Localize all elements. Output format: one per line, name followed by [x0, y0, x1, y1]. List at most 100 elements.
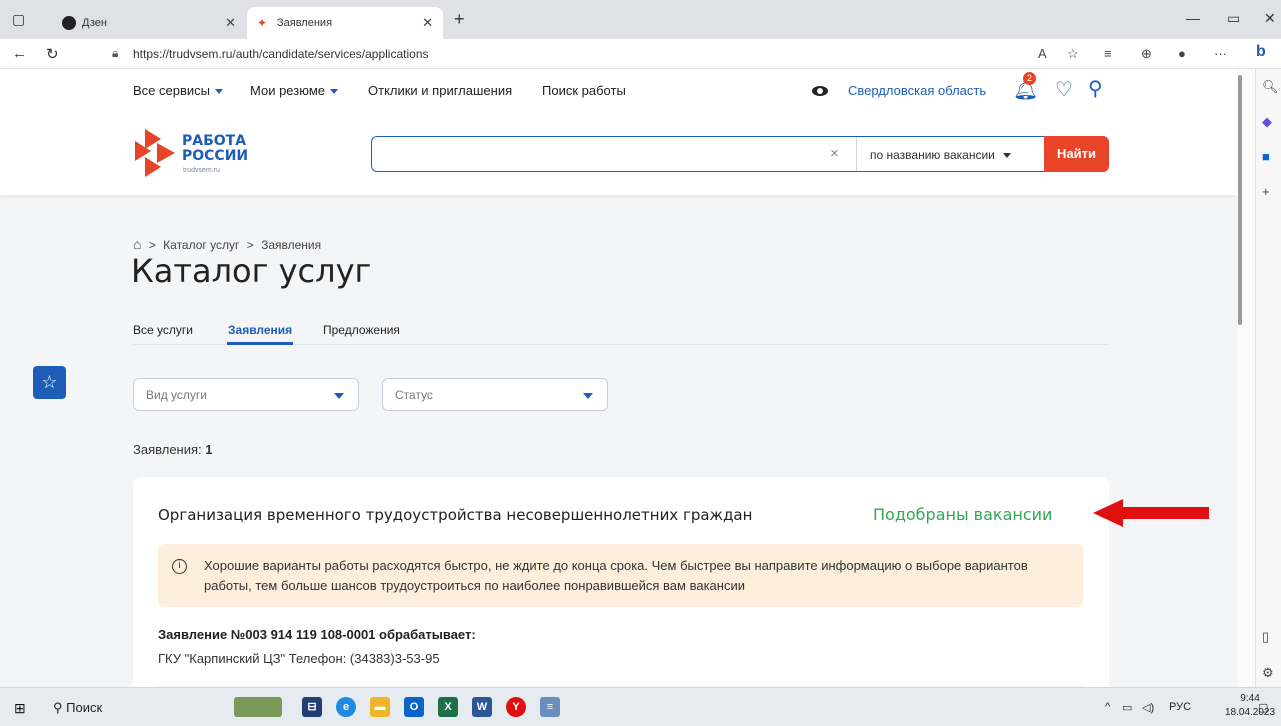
- processing-organization: ГКУ "Карпинский ЦЗ" Телефон: (34383)3-53…: [158, 651, 440, 666]
- notice-text: Хорошие варианты работы расходятся быстр…: [204, 558, 1028, 593]
- chevron-down-icon: [334, 393, 344, 399]
- nav-label: Все сервисы: [133, 83, 210, 98]
- more-icon[interactable]: ···: [1214, 46, 1227, 61]
- breadcrumb-applications: Заявления: [261, 238, 322, 252]
- scrollbar-thumb[interactable]: [1238, 75, 1242, 325]
- outlook-icon[interactable]: ■: [1262, 149, 1270, 164]
- clear-search-icon[interactable]: ×: [830, 145, 839, 162]
- dzen-favicon-icon: [62, 16, 76, 30]
- select-placeholder: Вид услуги: [146, 388, 207, 402]
- search-icon[interactable]: 🔍︎: [1262, 79, 1279, 95]
- logo-line2: РОССИИ: [182, 148, 249, 164]
- tab-all-services[interactable]: Все услуги: [133, 323, 193, 337]
- tab-label: Заявления: [277, 17, 333, 29]
- read-aloud-icon[interactable]: A: [1038, 46, 1047, 61]
- breadcrumb-catalog[interactable]: Каталог услуг: [163, 238, 239, 252]
- refresh-icon[interactable]: ↻: [46, 45, 59, 63]
- minimize-icon[interactable]: —: [1186, 10, 1200, 26]
- address-bar: ← ↻ 🔒︎ https://trudvsem.ru/auth/candidat…: [0, 39, 1281, 69]
- nav-all-services[interactable]: Все сервисы: [133, 83, 223, 98]
- close-tab-icon[interactable]: ✕: [422, 15, 433, 31]
- count-label: Заявления:: [133, 442, 202, 457]
- sidebar-toggle-icon[interactable]: ▯: [1262, 629, 1269, 645]
- new-tab-icon[interactable]: +: [454, 9, 465, 30]
- browser-tab-applications[interactable]: ✦ Заявления ✕: [247, 7, 443, 39]
- tab-applications[interactable]: Заявления: [228, 323, 292, 337]
- applications-count: Заявления: 1: [133, 442, 213, 457]
- favorites-icon[interactable]: ≡: [1104, 46, 1112, 61]
- red-arrow-annotation: [1093, 499, 1209, 527]
- status-select[interactable]: Статус: [382, 378, 608, 411]
- taskbar-search-label: Поиск: [66, 700, 103, 715]
- add-icon[interactable]: +: [1262, 184, 1270, 199]
- edge-taskbar-icon[interactable]: e: [336, 697, 356, 717]
- tray-chevron-icon[interactable]: ^: [1105, 701, 1110, 713]
- chevron-down-icon: [1002, 153, 1011, 159]
- nav-responses[interactable]: Отклики и приглашения: [368, 83, 512, 98]
- restore-icon[interactable]: ▭: [1227, 10, 1240, 27]
- lock-icon[interactable]: 🔒︎: [112, 46, 118, 61]
- language-indicator[interactable]: РУС: [1169, 701, 1191, 713]
- search-divider: [856, 137, 857, 171]
- logo-line1: РАБОТА: [182, 133, 247, 149]
- windows-start-icon[interactable]: ⊞: [14, 700, 26, 717]
- active-tab-indicator: [227, 342, 293, 345]
- browser-tab-dzen[interactable]: Дзен ✕: [52, 7, 246, 39]
- database-taskbar-icon[interactable]: ≡: [540, 697, 560, 717]
- service-type-select[interactable]: Вид услуги: [133, 378, 359, 411]
- nav-my-resumes[interactable]: Мои резюме: [250, 83, 338, 98]
- word-taskbar-icon[interactable]: W: [472, 697, 492, 717]
- application-title[interactable]: Организация временного трудоустройства н…: [158, 506, 752, 524]
- shopping-icon[interactable]: ◆: [1262, 114, 1272, 130]
- taskbar-search[interactable]: ⚲ Поиск: [53, 700, 102, 716]
- volume-icon[interactable]: ◁): [1142, 701, 1154, 714]
- profile-icon[interactable]: ●: [1178, 46, 1186, 61]
- close-window-icon[interactable]: ✕: [1264, 10, 1276, 27]
- windows-taskbar: ⊞ ⚲ Поиск ⊟ e ▬ O X W Y ≡ ^ ▭ ◁) РУС 9:4…: [0, 687, 1281, 726]
- logo-subtext: trudvsem.ru: [183, 167, 220, 174]
- settings-gear-icon[interactable]: ⚙: [1262, 665, 1274, 681]
- add-favorite-icon[interactable]: ☆: [1067, 46, 1079, 62]
- page-title: Каталог услуг: [131, 252, 372, 290]
- search-button[interactable]: Найти: [1044, 136, 1109, 172]
- count-value: 1: [205, 442, 213, 457]
- task-view-icon[interactable]: ⊟: [302, 697, 322, 717]
- home-icon[interactable]: ⌂: [133, 236, 141, 252]
- favorites-star-button[interactable]: ☆: [33, 366, 66, 399]
- search-mode-label: по названию вакансии: [870, 148, 995, 162]
- excel-taskbar-icon[interactable]: X: [438, 697, 458, 717]
- region-selector[interactable]: Свердловская область: [848, 83, 986, 98]
- weather-widget-icon[interactable]: [234, 697, 282, 717]
- back-icon[interactable]: ←: [12, 45, 27, 62]
- url-field[interactable]: https://trudvsem.ru/auth/candidate/servi…: [133, 47, 429, 61]
- explorer-taskbar-icon[interactable]: ▬: [370, 697, 390, 717]
- notifications-center-icon[interactable]: ▢: [1258, 701, 1268, 714]
- accessibility-eye-icon[interactable]: [812, 86, 828, 96]
- user-icon[interactable]: ⚲: [1088, 76, 1103, 101]
- chevron-down-icon: [583, 393, 593, 399]
- yandex-taskbar-icon[interactable]: Y: [506, 697, 526, 717]
- trudvsem-favicon-icon: ✦: [257, 16, 268, 30]
- collections-icon[interactable]: ⊕: [1141, 46, 1152, 62]
- logo-text: РАБОТА РОССИИ: [182, 134, 248, 164]
- tab-offers[interactable]: Предложения: [323, 323, 400, 337]
- chevron-down-icon: [214, 89, 223, 95]
- network-icon[interactable]: ▭: [1122, 701, 1132, 714]
- bing-icon[interactable]: b: [1256, 43, 1266, 61]
- close-tab-icon[interactable]: ✕: [225, 15, 236, 31]
- search-mode-select[interactable]: по названию вакансии: [870, 148, 1011, 162]
- tab-actions-icon[interactable]: ▢: [12, 11, 25, 28]
- info-icon: i: [172, 559, 187, 574]
- breadcrumb: ⌂ > Каталог услуг > Заявления: [133, 236, 321, 252]
- service-tabs: Все услуги Заявления Предложения: [133, 323, 1109, 345]
- outlook-taskbar-icon[interactable]: O: [404, 697, 424, 717]
- nav-job-search[interactable]: Поиск работы: [542, 83, 626, 98]
- nav-label: Мои резюме: [250, 83, 325, 98]
- heart-icon[interactable]: ♡: [1055, 77, 1073, 102]
- browser-tab-strip: ▢ Дзен ✕ ✦ Заявления ✕ + — ▭ ✕: [0, 0, 1281, 39]
- application-number: Заявление №003 914 119 108-0001 обрабаты…: [158, 627, 476, 642]
- tab-label: Дзен: [82, 17, 107, 29]
- breadcrumb-separator: >: [148, 238, 156, 252]
- status-badge: Подобраны вакансии: [873, 505, 1053, 524]
- chevron-down-icon: [330, 89, 338, 95]
